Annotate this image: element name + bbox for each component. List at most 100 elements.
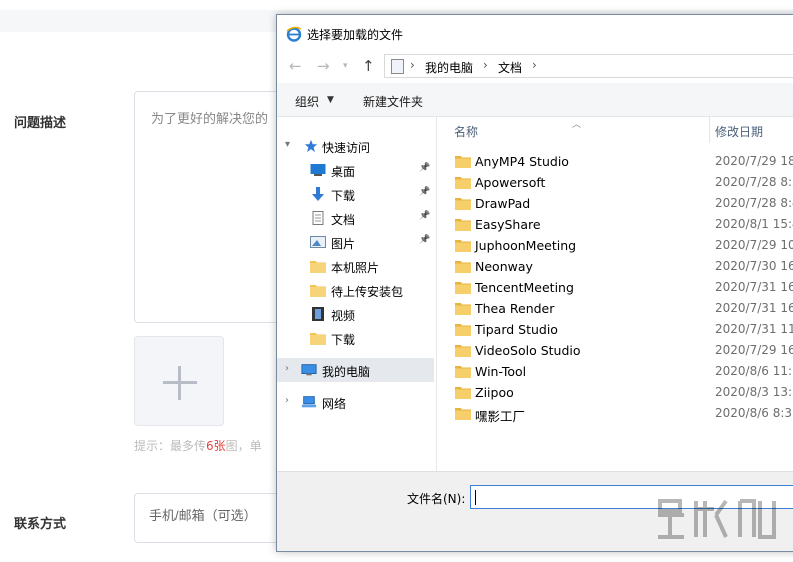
file-row[interactable]: Win-Tool 2020/8/6 11:1 <box>437 361 793 382</box>
folder-icon <box>455 345 471 357</box>
file-row[interactable]: Tipard Studio 2020/7/31 11 <box>437 319 793 340</box>
address-bar[interactable]: › 我的电脑 › 文档 › <box>384 54 793 78</box>
my-computer-label: 我的电脑 <box>322 365 371 379</box>
pin-icon[interactable]: 📌 <box>419 163 430 173</box>
file-row[interactable]: 嘿影工厂 2020/8/6 8:37 <box>437 403 793 424</box>
nav-item-quick-access[interactable]: ▾ 快速访问 <box>277 134 437 158</box>
folder-icon <box>455 324 471 336</box>
nav-item-label: 下载 <box>331 189 356 203</box>
nav-item-download[interactable]: 下载 📌 <box>277 182 437 206</box>
column-header-modified[interactable]: 修改日期 <box>715 123 763 140</box>
file-row[interactable]: Neonway 2020/7/30 16 <box>437 256 793 277</box>
back-button[interactable]: ← <box>289 57 302 75</box>
file-name: AnyMP4 Studio <box>475 154 569 169</box>
forward-button[interactable]: → <box>317 57 330 75</box>
document-page-icon <box>391 59 404 74</box>
breadcrumb-my-computer[interactable]: 我的电脑 <box>425 59 473 76</box>
chevron-right-icon: › <box>285 363 289 374</box>
folder-icon <box>455 282 471 294</box>
nav-item-folder[interactable]: 待上传安装包 <box>277 278 437 302</box>
file-list: ︿ 名称 修改日期 AnyMP4 Studio 2020/7/29 18 Apowe… <box>437 117 793 471</box>
nav-item-folder[interactable]: 下载 <box>277 326 437 350</box>
file-name: Tipard Studio <box>475 322 558 337</box>
file-row[interactable]: TencentMeeting 2020/7/31 16 <box>437 277 793 298</box>
file-row[interactable]: DrawPad 2020/7/28 8:4 <box>437 193 793 214</box>
pin-icon[interactable]: 📌 <box>419 211 430 221</box>
nav-item-document[interactable]: 文档 📌 <box>277 206 437 230</box>
nav-item-label: 待上传安装包 <box>331 285 404 299</box>
file-date: 2020/7/28 8:4 <box>715 196 793 210</box>
organize-label: 组织 <box>295 95 320 109</box>
dialog-toolbar: 组织 ▼ 新建文件夹 <box>277 83 793 117</box>
folder-icon <box>455 177 471 189</box>
nav-item-label: 本机照片 <box>331 261 380 275</box>
nav-item-label: 图片 <box>331 237 356 251</box>
file-date: 2020/8/6 11:1 <box>715 364 793 378</box>
nav-item-label: 视频 <box>331 309 356 323</box>
file-date: 2020/8/1 15:4 <box>715 217 793 231</box>
folder-icon <box>455 198 471 210</box>
nav-item-video[interactable]: 视频 <box>277 302 437 326</box>
download-icon <box>310 187 326 201</box>
file-row[interactable]: EasyShare 2020/8/1 15:4 <box>437 214 793 235</box>
pin-icon[interactable]: 📌 <box>419 235 430 245</box>
nav-item-label: 桌面 <box>331 165 356 179</box>
document-icon <box>310 211 326 225</box>
folder-icon <box>455 387 471 399</box>
file-name: Win-Tool <box>475 364 527 379</box>
nav-item-desktop[interactable]: 桌面 📌 <box>277 158 437 182</box>
hint-suffix: 图，单 <box>225 439 262 453</box>
arrow-right-icon: → <box>317 57 330 75</box>
file-date: 2020/7/30 16 <box>715 259 793 273</box>
file-name: VideoSolo Studio <box>475 343 581 358</box>
file-row[interactable]: VideoSolo Studio 2020/7/29 16 <box>437 340 793 361</box>
pictures-icon <box>310 235 326 249</box>
navigation-pane: ▾ 快速访问 桌面 📌 下载 📌 文档 📌 图片 📌 本机照片 待上传安装包 视频 下载 › 我的电脑… <box>277 117 437 471</box>
pin-icon[interactable]: 📌 <box>419 187 430 197</box>
up-button[interactable]: ↑ <box>362 57 375 75</box>
breadcrumb-separator: › <box>483 58 488 72</box>
column-divider[interactable] <box>709 117 710 143</box>
add-image-button[interactable] <box>134 336 224 426</box>
file-date: 2020/8/3 13:5 <box>715 385 793 399</box>
file-name: DrawPad <box>475 196 531 211</box>
folder-icon <box>455 156 471 168</box>
file-name: Neonway <box>475 259 533 274</box>
nav-item-pictures[interactable]: 图片 📌 <box>277 230 437 254</box>
nav-item-folder[interactable]: 本机照片 <box>277 254 437 278</box>
breadcrumb-separator: › <box>410 58 415 72</box>
dialog-title: 选择要加载的文件 <box>307 28 404 42</box>
recent-locations-button[interactable]: ▾ <box>343 61 348 71</box>
ie-icon <box>286 26 302 42</box>
description-placeholder: 为了更好的解决您的 <box>151 112 269 127</box>
nav-item-my-computer[interactable]: › 我的电脑 <box>277 358 434 382</box>
nav-item-label: 文档 <box>331 213 356 227</box>
star-icon <box>304 139 318 153</box>
nav-item-label: 下载 <box>331 333 356 347</box>
description-label: 问题描述 <box>14 116 67 131</box>
file-date: 2020/7/29 18 <box>715 154 793 168</box>
column-header-name[interactable]: 名称 <box>454 123 478 140</box>
new-folder-button[interactable]: 新建文件夹 <box>363 93 423 110</box>
file-name: JuphoonMeeting <box>475 238 577 253</box>
navigation-bar: ← → ▾ ↑ › 我的电脑 › 文档 › <box>277 53 793 79</box>
file-row[interactable]: Thea Render 2020/7/31 16 <box>437 298 793 319</box>
nav-item-network[interactable]: › 网络 <box>277 390 437 414</box>
organize-chevron-icon: ▼ <box>327 95 334 105</box>
breadcrumb-documents[interactable]: 文档 <box>498 59 522 76</box>
file-open-dialog: 选择要加载的文件 ← → ▾ ↑ › 我的电脑 › 文档 › 组织 ▼ 新建文件… <box>276 14 793 552</box>
folder-icon <box>310 331 326 345</box>
folder-icon <box>310 259 326 273</box>
file-name: TencentMeeting <box>475 280 574 295</box>
file-row[interactable]: AnyMP4 Studio 2020/7/29 18 <box>437 151 793 172</box>
file-date: 2020/8/6 8:37 <box>715 406 793 420</box>
organize-button[interactable]: 组织 <box>295 93 319 110</box>
folder-icon <box>455 366 471 378</box>
file-row[interactable]: Ziipoo 2020/8/3 13:5 <box>437 382 793 403</box>
file-name: Apowersoft <box>475 175 546 190</box>
file-row[interactable]: Apowersoft 2020/7/28 8:3 <box>437 172 793 193</box>
arrow-left-icon: ← <box>289 57 302 75</box>
file-name: Thea Render <box>475 301 555 316</box>
file-row[interactable]: JuphoonMeeting 2020/7/29 10 <box>437 235 793 256</box>
file-name: 嘿影工厂 <box>475 409 526 424</box>
